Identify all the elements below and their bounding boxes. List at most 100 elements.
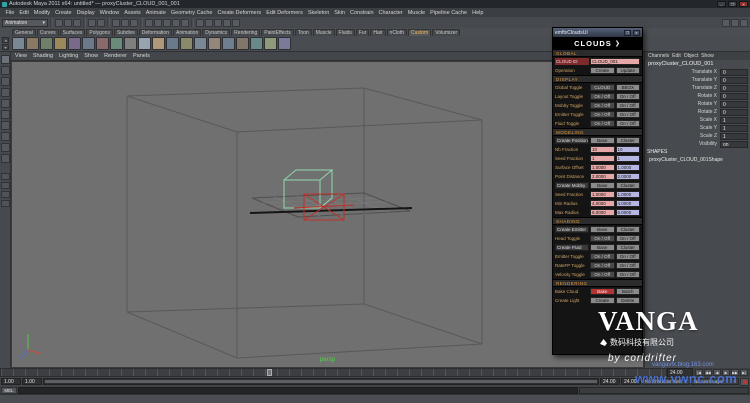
select-object-icon[interactable] bbox=[121, 19, 129, 27]
viewport-canvas[interactable]: persp bbox=[11, 61, 644, 368]
snap-point-icon[interactable] bbox=[163, 19, 171, 27]
menu-skin[interactable]: Skin bbox=[332, 10, 348, 16]
undo-icon[interactable] bbox=[88, 19, 96, 27]
mobby-seed-base-field[interactable]: 1.0000 bbox=[590, 191, 615, 198]
playback-end-field[interactable]: 24.00 bbox=[600, 378, 620, 385]
bbox-mode-button[interactable]: BBOX bbox=[616, 84, 641, 91]
titlebar[interactable]: Autodesk Maya 2011 x64: untitled* — prox… bbox=[0, 0, 750, 8]
shelf-tab-cycle-button[interactable]: ◂ bbox=[2, 37, 9, 43]
section-global[interactable]: GLOBAL bbox=[553, 49, 642, 57]
time-slider-ruler[interactable] bbox=[0, 368, 667, 377]
emitter-cluster-button[interactable]: Cluster bbox=[616, 226, 641, 233]
range-slider-handle[interactable] bbox=[45, 380, 597, 383]
section-modeling[interactable]: MODELING bbox=[553, 128, 642, 136]
shelf-tab-custom[interactable]: Custom bbox=[408, 29, 431, 36]
layout-on-off-button-2[interactable]: On / Off bbox=[616, 93, 641, 100]
redo-icon[interactable] bbox=[97, 19, 105, 27]
max-radius-cluster-field[interactable]: 6.0000 bbox=[616, 209, 641, 216]
fluid-base-button[interactable]: Base bbox=[590, 244, 615, 251]
panel-menu-panels[interactable]: Panels bbox=[133, 53, 150, 59]
shelf-icon-11[interactable] bbox=[152, 37, 165, 50]
channel-value-field[interactable]: 0 bbox=[720, 77, 748, 84]
menu-muscle[interactable]: Muscle bbox=[405, 10, 427, 16]
save-scene-icon[interactable] bbox=[73, 19, 81, 27]
channel-value-field[interactable]: 1 bbox=[720, 133, 748, 140]
layout-single-pane-button[interactable] bbox=[1, 173, 10, 180]
seed-fraction-base-field[interactable]: 1 bbox=[590, 155, 615, 162]
shelf-tab-curves[interactable]: Curves bbox=[37, 29, 59, 36]
mel-toggle-button[interactable]: MEL bbox=[1, 387, 17, 394]
construction-history-icon[interactable] bbox=[196, 19, 204, 27]
shelf-icon-14[interactable] bbox=[194, 37, 207, 50]
step-forward-button[interactable]: ▶▶ bbox=[731, 369, 739, 376]
nb-fraction-cluster-field[interactable]: 10 bbox=[616, 146, 641, 153]
command-input[interactable] bbox=[18, 387, 578, 394]
surface-offset-cluster-field[interactable]: 1.0000 bbox=[616, 164, 641, 171]
channel-edit-menu[interactable]: Edit bbox=[672, 53, 681, 59]
minimize-button[interactable]: – bbox=[717, 1, 726, 7]
shelf-icon-4[interactable] bbox=[54, 37, 67, 50]
move-tool-icon[interactable] bbox=[1, 88, 10, 97]
velocity-on-off-button-2[interactable]: On / Off bbox=[616, 271, 641, 278]
select-component-icon[interactable] bbox=[130, 19, 138, 27]
snap-plane-icon[interactable] bbox=[172, 19, 180, 27]
head-on-off-button[interactable]: On / Off bbox=[590, 235, 615, 242]
snap-grid-icon[interactable] bbox=[145, 19, 153, 27]
channel-show-menu[interactable]: Show bbox=[701, 53, 714, 59]
fluid-emitter-on-off-button-2[interactable]: On / Off bbox=[616, 253, 641, 260]
fluid-on-off-button[interactable]: On / Off bbox=[590, 120, 615, 127]
playback-start-field[interactable]: 1.00 bbox=[22, 378, 42, 385]
character-set-dropdown[interactable]: No Character Set ▾ bbox=[642, 378, 690, 385]
channel-value-field[interactable]: 0 bbox=[720, 109, 748, 116]
shelf-icon-2[interactable] bbox=[26, 37, 39, 50]
scale-tool-icon[interactable] bbox=[1, 110, 10, 119]
cloud-mode-button[interactable]: CLOUD bbox=[590, 84, 615, 91]
statusline-divider[interactable] bbox=[191, 18, 194, 27]
open-scene-icon[interactable] bbox=[64, 19, 72, 27]
point-distance-base-field[interactable]: 2.0000 bbox=[590, 173, 615, 180]
show-attribute-editor-icon[interactable] bbox=[722, 19, 730, 27]
position-base-button[interactable]: Base bbox=[590, 137, 615, 144]
menu-skeleton[interactable]: Skeleton bbox=[305, 10, 331, 16]
shelf-icon-7[interactable] bbox=[96, 37, 109, 50]
render-view-icon[interactable] bbox=[205, 19, 213, 27]
shelf-icon-9[interactable] bbox=[124, 37, 137, 50]
shelf-tab-muscle[interactable]: Muscle bbox=[313, 29, 335, 36]
menu-create[interactable]: Create bbox=[53, 10, 75, 16]
point-distance-cluster-field[interactable]: 2.0000 bbox=[616, 173, 641, 180]
shelf-icon-3[interactable] bbox=[40, 37, 53, 50]
shelf-icon-18[interactable] bbox=[250, 37, 263, 50]
shelf-tab-fur[interactable]: Fur bbox=[356, 29, 370, 36]
fluid-on-off-button-2[interactable]: On / Off bbox=[616, 120, 641, 127]
anim-layer-dropdown[interactable]: No Anim Layer ▾ bbox=[691, 378, 739, 385]
show-manipulator-tool-icon[interactable] bbox=[1, 143, 10, 152]
fluid-emitter-on-off-button[interactable]: On / Off bbox=[590, 253, 615, 260]
cloud-id-field[interactable]: CLOUD_001 bbox=[590, 58, 640, 65]
channel-value-field[interactable]: 0 bbox=[720, 101, 748, 108]
layout-on-off-button[interactable]: On / Off bbox=[590, 93, 615, 100]
snap-curve-icon[interactable] bbox=[154, 19, 162, 27]
menu-help[interactable]: Help bbox=[470, 10, 486, 16]
max-radius-base-field[interactable]: 6.0000 bbox=[590, 209, 615, 216]
layout-hypershade-button[interactable] bbox=[1, 200, 10, 207]
min-radius-base-field[interactable]: 4.0000 bbox=[590, 200, 615, 207]
menu-set-dropdown[interactable]: Animation ▾ bbox=[2, 19, 48, 27]
shelf-icon-15[interactable] bbox=[208, 37, 221, 50]
selected-node-name[interactable]: proxyCluster_CLOUD_001 bbox=[645, 60, 750, 68]
shelf-tab-polygons[interactable]: Polygons bbox=[86, 29, 113, 36]
shelf-tab-ncloth[interactable]: nCloth bbox=[387, 29, 407, 36]
mobby-cluster-button[interactable]: Cluster bbox=[616, 182, 641, 189]
channels-menu[interactable]: Channels bbox=[648, 53, 669, 59]
menu-edit-deformers[interactable]: Edit Deformers bbox=[264, 10, 306, 16]
mobby-on-off-button[interactable]: On / Off bbox=[590, 102, 615, 109]
select-tool-icon[interactable] bbox=[1, 55, 10, 64]
statusline-divider[interactable] bbox=[107, 18, 110, 27]
min-radius-cluster-field[interactable]: 4.0000 bbox=[616, 200, 641, 207]
range-slider-bar[interactable] bbox=[43, 378, 599, 385]
auto-keyframe-button[interactable] bbox=[740, 378, 749, 386]
shelf-icon-20[interactable] bbox=[278, 37, 291, 50]
ipr-render-icon[interactable] bbox=[223, 19, 231, 27]
animation-end-field[interactable]: 24.00 bbox=[621, 378, 641, 385]
statusline-divider[interactable] bbox=[83, 18, 86, 27]
ratefp-on-off-button-2[interactable]: On / Off bbox=[616, 262, 641, 269]
